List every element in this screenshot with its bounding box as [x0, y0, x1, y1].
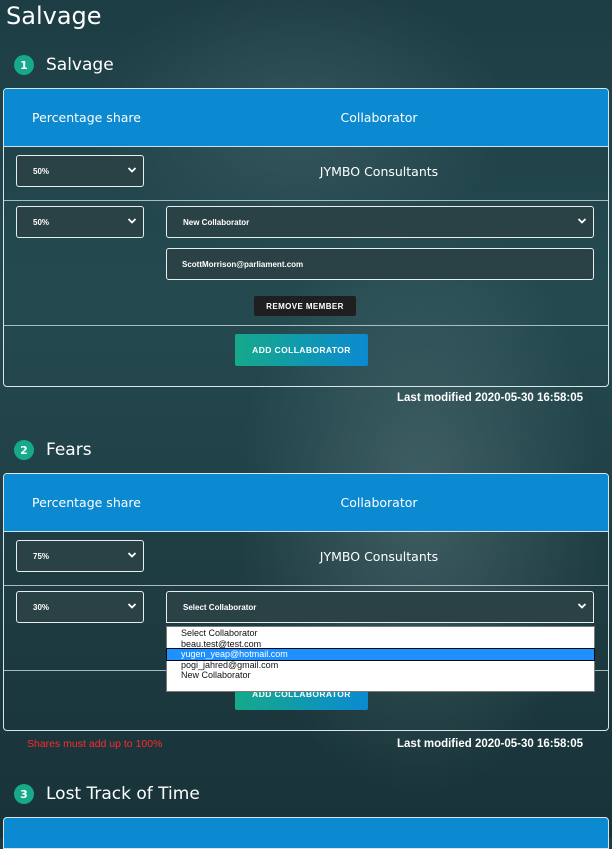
row-divider — [4, 325, 608, 326]
page-title: Salvage — [6, 2, 102, 30]
percentage-share-header: Percentage share — [32, 110, 141, 125]
percentage-share-header: Percentage share — [32, 495, 141, 510]
section-1-header: 1 Salvage — [14, 53, 114, 77]
dropdown-option[interactable]: New Collaborator — [167, 670, 594, 681]
email-value: ScottMorrison@parliament.com — [182, 259, 304, 269]
last-modified-text: Last modified 2020-05-30 16:58:05 — [397, 738, 584, 750]
percentage-value: 30% — [33, 602, 50, 612]
section-3-header: 3 Lost Track of Time — [14, 782, 200, 806]
table-header: Percentage share Collaborator — [4, 89, 608, 147]
collaborator-select-value: Select Collaborator — [183, 602, 257, 612]
section-2-card: Percentage share Collaborator 75% JYMBO … — [3, 473, 609, 731]
section-2-header: 2 Fears — [14, 438, 92, 462]
percentage-value: 75% — [33, 551, 50, 561]
shares-error-message: Shares must add up to 100% — [27, 738, 163, 750]
collaborator-name: JYMBO Consultants — [319, 164, 439, 179]
remove-member-button[interactable]: REMOVE MEMBER — [254, 296, 356, 316]
table-header: Percentage share Collaborator — [4, 474, 608, 532]
row-divider — [4, 585, 608, 586]
row-divider — [4, 200, 608, 201]
chevron-down-icon — [577, 218, 587, 224]
percentage-select[interactable]: 50% — [16, 206, 144, 238]
section-number-badge: 2 — [14, 440, 34, 460]
percentage-value: 50% — [33, 217, 50, 227]
dropdown-option[interactable]: Select Collaborator — [167, 628, 594, 639]
chevron-down-icon — [127, 167, 137, 173]
collaborator-dropdown-list: Select Collaborator beau.test@test.com y… — [166, 626, 595, 692]
section-number-badge: 3 — [14, 784, 34, 804]
collaborator-header: Collaborator — [340, 110, 418, 125]
collaborator-name: JYMBO Consultants — [319, 549, 439, 564]
chevron-down-icon — [127, 218, 137, 224]
dropdown-option[interactable]: pogi_jahred@gmail.com — [167, 660, 594, 671]
section-title: Lost Track of Time — [46, 784, 200, 804]
percentage-select[interactable]: 50% — [16, 155, 144, 187]
collaborator-select-value: New Collaborator — [183, 217, 250, 227]
section-title: Fears — [46, 440, 92, 460]
chevron-down-icon — [127, 603, 137, 609]
collaborator-header: Collaborator — [340, 495, 418, 510]
collaborator-select[interactable]: New Collaborator — [166, 206, 594, 238]
collaborator-select[interactable]: Select Collaborator — [166, 591, 594, 623]
section-3-card — [3, 817, 609, 849]
dropdown-option[interactable]: beau.test@test.com — [167, 639, 594, 650]
section-1-card: Percentage share Collaborator 50% JYMBO … — [3, 88, 609, 387]
chevron-down-icon — [577, 603, 587, 609]
percentage-select[interactable]: 30% — [16, 591, 144, 623]
percentage-select[interactable]: 75% — [16, 540, 144, 572]
percentage-value: 50% — [33, 166, 50, 176]
collaborator-email-input[interactable]: ScottMorrison@parliament.com — [166, 248, 594, 280]
section-number-badge: 1 — [14, 55, 34, 75]
chevron-down-icon — [127, 552, 137, 558]
last-modified-text: Last modified 2020-05-30 16:58:05 — [397, 392, 584, 404]
dropdown-option-highlighted[interactable]: yugen_yeap@hotmail.com — [166, 648, 595, 661]
section-title: Salvage — [46, 55, 114, 75]
add-collaborator-button[interactable]: ADD COLLABORATOR — [235, 334, 368, 366]
